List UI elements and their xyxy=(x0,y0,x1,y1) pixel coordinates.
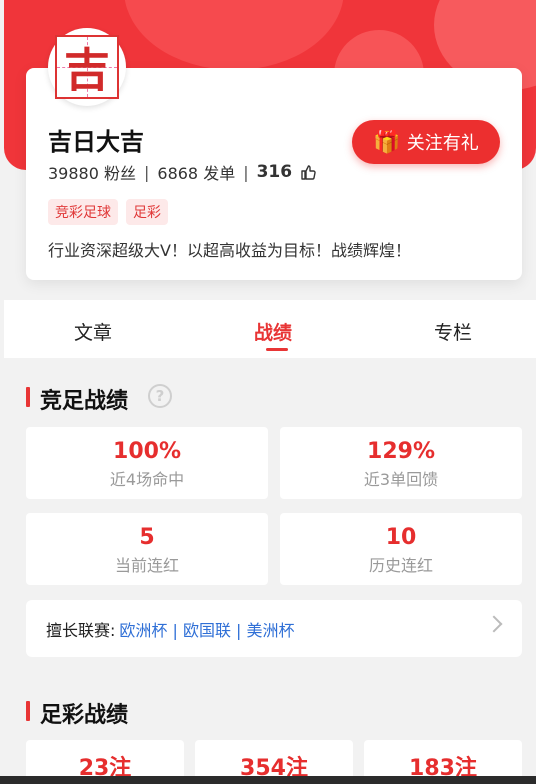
stat-label: 历史连红 xyxy=(368,556,433,575)
tab-columns[interactable]: 专栏 xyxy=(434,318,472,345)
stat-label: 近4场命中 xyxy=(109,470,185,489)
orders-count: 6868 发单 xyxy=(157,164,236,183)
tab-bar: 文章 战绩 专栏 xyxy=(4,300,536,358)
profile-stats: 39880 粉丝 | 6868 发单 | 316 xyxy=(48,160,316,184)
chevron-right-icon xyxy=(485,615,503,633)
tab-articles[interactable]: 文章 xyxy=(74,318,112,345)
stat-label: 当前连红 xyxy=(114,556,179,575)
tab-record[interactable]: 战绩 xyxy=(254,318,292,345)
profile-name: 吉日大吉 xyxy=(48,128,144,156)
stat-card: 100% 近4场命中 xyxy=(26,427,268,499)
separator: | xyxy=(144,162,150,182)
question-circle-icon[interactable]: ? xyxy=(148,384,172,408)
tab-indicator xyxy=(266,348,288,351)
separator: | xyxy=(243,162,249,182)
stat-card: 129% 近3单回馈 xyxy=(280,427,522,499)
likes-count: 316 xyxy=(256,162,293,182)
tag[interactable]: 竞彩足球 xyxy=(48,199,118,225)
stat-card: 5 当前连红 xyxy=(26,513,268,585)
league-values[interactable]: 欧洲杯 | 欧国联 | 美洲杯 xyxy=(119,617,294,641)
avatar-char: 吉 xyxy=(64,43,110,97)
stat-value: 129% xyxy=(367,439,435,464)
avatar[interactable]: 吉 xyxy=(48,28,126,106)
favorite-leagues-row[interactable]: 擅长联赛: 欧洲杯 | 欧国联 | 美洲杯 xyxy=(26,600,522,657)
follow-button[interactable]: 🎁 关注有礼 xyxy=(352,120,500,164)
followers-count: 39880 粉丝 xyxy=(48,164,136,183)
tag[interactable]: 足彩 xyxy=(126,199,168,225)
league-label: 擅长联赛: xyxy=(46,620,116,640)
stat-value: 100% xyxy=(113,439,181,464)
bottom-bar xyxy=(0,776,536,784)
follow-label: 关注有礼 xyxy=(406,133,479,154)
zucai-section-title: 足彩战绩 xyxy=(26,697,128,729)
gift-icon: 🎁 xyxy=(373,129,401,155)
stat-value: 10 xyxy=(385,525,417,550)
tag-list: 竞彩足球 足彩 xyxy=(48,199,168,225)
stat-label: 近3单回馈 xyxy=(363,470,439,489)
profile-bio: 行业资深超级大V！以超高收益为目标！战绩辉煌！ xyxy=(48,241,411,260)
jingzu-section-title: 竞足战绩 xyxy=(26,383,128,415)
thumbs-up-icon xyxy=(301,165,316,180)
stat-card: 10 历史连红 xyxy=(280,513,522,585)
stat-value: 5 xyxy=(139,525,155,550)
